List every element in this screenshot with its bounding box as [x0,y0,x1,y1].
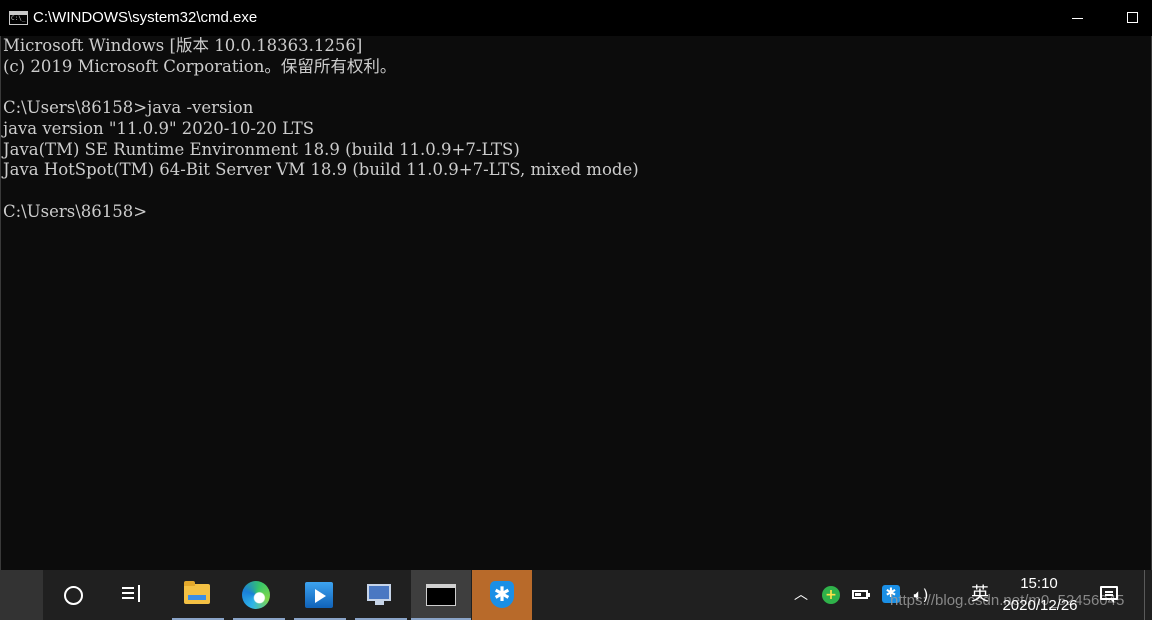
console-prompt: C:\Users\86158> [3,202,148,221]
terminal-icon [426,584,456,606]
taskbar-starred-app[interactable]: ✱ [472,570,532,620]
chevron-up-icon[interactable]: ︿ [790,583,812,607]
screen: C:\_ C:\WINDOWS\system32\cmd.exe Microso… [0,0,1152,620]
show-desktop-button[interactable] [1144,570,1145,620]
console-line: (c) 2019 Microsoft Corporation。保留所有权利。 [3,57,397,76]
taskbar: ✱ ︿ + ✱ 🔈︎) https://blog.csdn.net/m0_524… [0,570,1152,620]
app-icon-text: C:\_ [11,15,26,22]
taskbar-remote-desktop[interactable] [355,570,407,620]
window-title: C:\WINDOWS\system32\cmd.exe [33,9,258,26]
console-line: Java HotSpot(TM) 64-Bit Server VM 18.9 (… [3,160,639,179]
ime-indicator[interactable]: 英 [966,582,994,608]
security-tray-icon[interactable]: + [820,583,842,607]
console-line: Java(TM) SE Runtime Environment 18.9 (bu… [3,140,520,159]
taskbar-edge[interactable] [233,570,285,620]
taskbar-file-explorer[interactable] [172,570,224,620]
task-view-icon[interactable] [110,570,156,620]
cortana-search-icon[interactable] [50,570,96,620]
media-player-icon [305,582,333,608]
notification-icon[interactable] [1098,583,1122,607]
clock-date[interactable]: 2020/12/26 [994,596,1086,616]
edge-icon [242,581,270,609]
start-button[interactable] [0,570,43,620]
title-bar[interactable]: C:\_ C:\WINDOWS\system32\cmd.exe [0,0,1152,36]
console-area[interactable]: Microsoft Windows [版本 10.0.18363.1256] (… [0,36,1152,570]
clock-time[interactable]: 15:10 [1008,574,1070,594]
console-line: java version "11.0.9" 2020-10-20 LTS [3,119,315,138]
folder-icon [184,581,210,604]
taskbar-media-player[interactable] [294,570,346,620]
cmd-app-icon[interactable]: C:\_ [9,11,28,25]
console-line: C:\Users\86158>java -version [3,98,254,117]
star-shield-icon: ✱ [490,581,514,608]
console-line: Microsoft Windows [版本 10.0.18363.1256] [3,36,363,55]
minimize-button[interactable] [1054,0,1100,36]
remote-desktop-icon [367,584,391,601]
taskbar-command-prompt[interactable] [411,570,471,620]
maximize-button[interactable] [1110,0,1152,36]
battery-icon[interactable] [850,583,872,607]
